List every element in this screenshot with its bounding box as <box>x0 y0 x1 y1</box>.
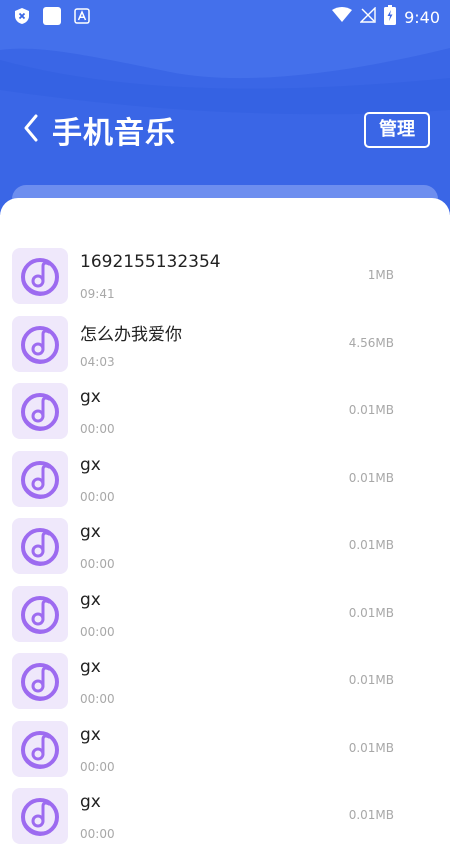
music-thumb <box>12 720 68 777</box>
music-disc-icon <box>21 730 59 769</box>
song-duration: 00:00 <box>80 624 115 639</box>
music-disc-icon <box>21 393 59 431</box>
music-disc-icon <box>21 798 59 836</box>
manage-button[interactable]: 管理 <box>364 112 430 148</box>
song-title: 怎么办我爱你 <box>80 324 182 345</box>
wifi-icon <box>332 7 353 27</box>
list-item[interactable]: 1692155132354 09:41 1MB <box>0 248 450 316</box>
song-title: gx <box>80 724 101 745</box>
music-disc-icon <box>21 595 59 634</box>
music-thumb <box>12 585 68 642</box>
header-background: 9:40 手机音乐 管理 <box>0 0 450 215</box>
song-duration: 00:00 <box>80 557 115 571</box>
song-title: gx <box>80 657 101 677</box>
back-button[interactable] <box>18 110 48 146</box>
song-title: gx <box>80 522 101 542</box>
music-thumb <box>12 315 68 372</box>
song-duration: 00:00 <box>80 422 115 436</box>
music-disc-icon <box>21 325 59 364</box>
song-title: gx <box>80 454 101 475</box>
page-title: 手机音乐 <box>52 116 176 151</box>
song-size: 0.01MB <box>348 673 394 687</box>
song-title: gx <box>80 387 101 407</box>
song-title: gx <box>80 792 101 812</box>
song-title: 1692155132354 <box>80 252 221 272</box>
song-size: 0.01MB <box>348 740 394 755</box>
list-item[interactable]: gx 00:00 0.01MB <box>0 720 450 789</box>
music-disc-icon <box>21 528 59 566</box>
list-item[interactable]: gx 00:00 0.01MB <box>0 585 450 654</box>
clock-time: 9:40 <box>404 7 440 27</box>
list-item[interactable]: gx 00:00 0.01MB <box>0 788 450 856</box>
music-disc-icon <box>21 258 59 296</box>
music-thumb <box>12 788 68 844</box>
music-thumb <box>12 653 68 709</box>
music-list: 1692155132354 09:41 1MB 怎么办我爱你 04:03 4.5… <box>0 248 450 856</box>
list-item[interactable]: gx 00:00 0.01MB <box>0 383 450 451</box>
music-thumb <box>12 450 68 507</box>
no-signal-icon <box>359 6 376 27</box>
list-item[interactable]: gx 00:00 0.01MB <box>0 518 450 586</box>
song-size: 0.01MB <box>348 808 394 822</box>
status-bar: 9:40 <box>0 0 450 32</box>
music-disc-icon <box>21 460 59 499</box>
music-thumb <box>12 383 68 439</box>
music-thumb <box>12 248 68 304</box>
song-size: 1MB <box>367 268 394 282</box>
shield-icon <box>14 7 30 29</box>
font-app-icon <box>74 8 90 28</box>
list-item[interactable]: gx 00:00 0.01MB <box>0 450 450 519</box>
song-duration: 00:00 <box>80 692 115 706</box>
song-size: 4.56MB <box>348 335 394 350</box>
song-duration: 00:00 <box>80 827 115 841</box>
list-item[interactable]: 怎么办我爱你 04:03 4.56MB <box>0 315 450 384</box>
song-duration: 00:00 <box>80 759 115 774</box>
music-disc-icon <box>21 663 59 701</box>
song-duration: 00:00 <box>80 489 115 504</box>
song-size: 0.01MB <box>348 470 394 485</box>
song-duration: 09:41 <box>80 287 115 301</box>
song-size: 0.01MB <box>348 605 394 620</box>
song-duration: 04:03 <box>80 354 115 369</box>
song-size: 0.01MB <box>348 538 394 552</box>
square-icon <box>42 6 62 30</box>
song-title: gx <box>80 589 101 610</box>
song-size: 0.01MB <box>348 403 394 417</box>
battery-icon <box>384 5 397 29</box>
title-bar: 手机音乐 管理 <box>0 100 450 160</box>
list-item[interactable]: gx 00:00 0.01MB <box>0 653 450 721</box>
music-thumb <box>12 518 68 574</box>
chevron-left-icon <box>24 114 38 142</box>
